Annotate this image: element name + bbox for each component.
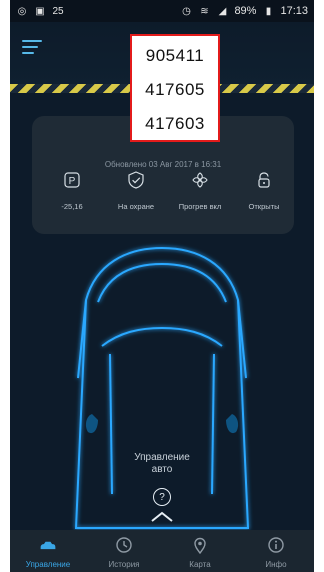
status-bar: ◎ ▣ 25 ◷ ≋ ◢ 89% ▮ 17:13 — [10, 0, 314, 22]
info-icon — [267, 536, 285, 554]
history-icon — [115, 536, 133, 554]
code-3: 417603 — [145, 114, 205, 133]
stat-temperature-label: -25,16 — [61, 202, 83, 211]
status-left: ◎ ▣ 25 — [10, 5, 64, 17]
control-label: Управление авто — [10, 452, 314, 476]
bottom-navigation: Управление История Карта Инфо — [10, 530, 314, 572]
nav-history-label: История — [108, 560, 140, 569]
control-line-2: авто — [151, 464, 173, 475]
wifi-icon: ≋ — [200, 5, 209, 17]
nav-control[interactable]: Управление — [10, 530, 86, 572]
expand-up-icon[interactable] — [150, 510, 174, 522]
stat-guard-label: На охране — [117, 202, 155, 211]
code-1: 905411 — [145, 46, 205, 65]
nav-info-label: Инфо — [265, 560, 287, 569]
stat-guard[interactable]: На охране — [104, 171, 168, 211]
stat-heating-label: Прогрев вкл — [178, 202, 222, 211]
updated-time: Обновлено 03 Авг 2017 в 16:31 — [104, 160, 222, 169]
time: 17:13 — [280, 5, 308, 17]
battery-percent: 89% — [234, 5, 257, 17]
stat-heating[interactable]: Прогрев вкл — [168, 172, 232, 211]
phone-icon: ▣ — [35, 5, 45, 17]
stat-temperature[interactable]: P -25,16 — [40, 172, 104, 211]
p-icon: P — [62, 170, 82, 190]
help-icon[interactable]: ? — [153, 488, 171, 506]
signal-icon: ◢ — [218, 5, 227, 17]
unlock-icon — [254, 170, 274, 190]
nav-history[interactable]: История — [86, 530, 162, 572]
svg-text:P: P — [69, 176, 76, 187]
car-icon — [39, 536, 57, 554]
nav-map-label: Карта — [189, 560, 211, 569]
shield-check-icon — [126, 170, 146, 190]
alarm-icon: ◷ — [182, 5, 191, 17]
nav-info[interactable]: Инфо — [238, 530, 314, 572]
status-right: ◷ ≋ ◢ 89% ▮ 17:13 — [180, 5, 314, 17]
stat-doors[interactable]: Открыты — [232, 172, 296, 211]
nav-map[interactable]: Карта — [162, 530, 238, 572]
control-line-1: Управление — [134, 452, 190, 463]
nav-control-label: Управление — [25, 560, 71, 569]
app-frame: ◎ ▣ 25 ◷ ≋ ◢ 89% ▮ 17:13 905411 417605 4… — [10, 0, 314, 572]
map-pin-icon — [191, 536, 209, 554]
battery-icon: ▮ — [265, 5, 272, 17]
code-2: 417605 — [145, 80, 205, 99]
stat-doors-label: Открыты — [248, 202, 280, 211]
menu-icon[interactable] — [22, 40, 42, 54]
code-highlight-box: 905411 417605 417603 — [130, 34, 220, 142]
25-icon: 25 — [52, 5, 64, 17]
whatsapp-icon: ◎ — [17, 5, 27, 17]
fan-icon — [190, 170, 210, 190]
